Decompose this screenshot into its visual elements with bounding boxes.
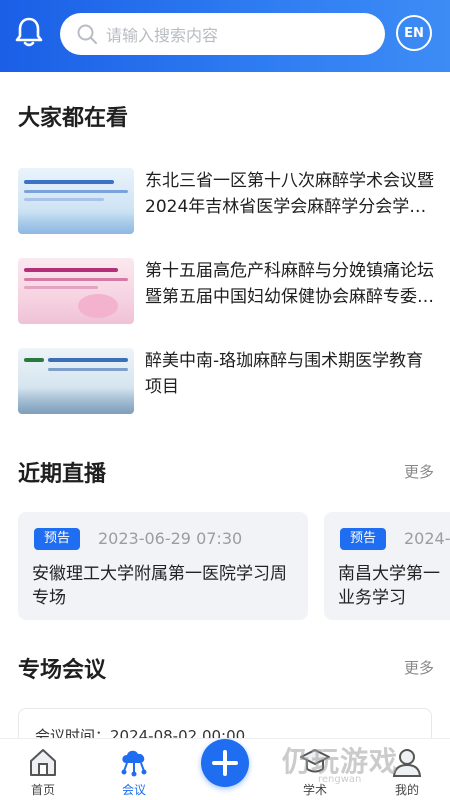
live-title: 安徽理工大学附属第一医院学习周专场 <box>32 564 287 608</box>
tab-meeting[interactable]: 会议 <box>99 739 169 800</box>
search-input[interactable]: 请输入搜索内容 <box>60 13 385 55</box>
search-icon <box>77 24 97 44</box>
meeting-cloud-icon <box>121 750 147 777</box>
special-more-link[interactable]: 更多 <box>404 657 434 678</box>
home-icon <box>30 749 56 776</box>
live-more-link[interactable]: 更多 <box>404 461 434 482</box>
watermark-subtext: rengwan <box>318 774 362 785</box>
tab-home[interactable]: 首页 <box>8 739 78 800</box>
news-title: 第十五届高危产科麻醉与分娩镇痛论坛暨第五届中国妇幼保健协会麻醉专委会年会 <box>145 261 434 307</box>
preview-badge: 预告 <box>340 528 387 550</box>
news-item[interactable]: 醉美中南-珞珈麻醉与围术期医学教育项目 <box>18 348 438 414</box>
live-time: 2024-0 <box>404 529 450 548</box>
news-item[interactable]: 第十五届高危产科麻醉与分娩镇痛论坛暨第五届中国妇幼保健协会麻醉专委会年会 <box>18 258 438 324</box>
tab-label: 首页 <box>30 783 55 797</box>
news-thumbnail <box>18 258 134 324</box>
search-placeholder: 请输入搜索内容 <box>106 26 219 45</box>
news-title: 醉美中南-珞珈麻醉与围术期医学教育项目 <box>145 351 424 397</box>
preview-badge: 预告 <box>34 528 81 550</box>
news-title: 东北三省一区第十八次麻醉学术会议暨2024年吉林省医学会麻醉学分会学术年会 <box>145 171 434 217</box>
language-toggle-button[interactable]: EN <box>396 15 432 51</box>
notification-bell-icon[interactable] <box>14 16 44 48</box>
add-button[interactable] <box>201 739 249 787</box>
top-header: 请输入搜索内容 EN <box>0 0 450 72</box>
news-thumbnail <box>18 348 134 414</box>
news-item[interactable]: 东北三省一区第十八次麻醉学术会议暨2024年吉林省医学会麻醉学分会学术年会 <box>18 168 438 234</box>
tab-label: 会议 <box>121 783 146 797</box>
live-card[interactable]: 预告 2023-06-29 07:30 安徽理工大学附属第一医院学习周专场 <box>18 512 308 620</box>
live-time: 2023-06-29 07:30 <box>98 529 243 548</box>
popular-section-title: 大家都在看 <box>18 106 129 131</box>
plus-icon <box>212 750 238 776</box>
special-section-title: 专场会议 <box>18 658 107 683</box>
live-title: 南昌大学第一业务学习 <box>338 564 440 608</box>
news-thumbnail <box>18 168 134 234</box>
live-section-title: 近期直播 <box>18 462 107 487</box>
tab-label: 我的 <box>394 783 419 797</box>
live-card[interactable]: 预告 2024-0 南昌大学第一业务学习 <box>324 512 450 620</box>
